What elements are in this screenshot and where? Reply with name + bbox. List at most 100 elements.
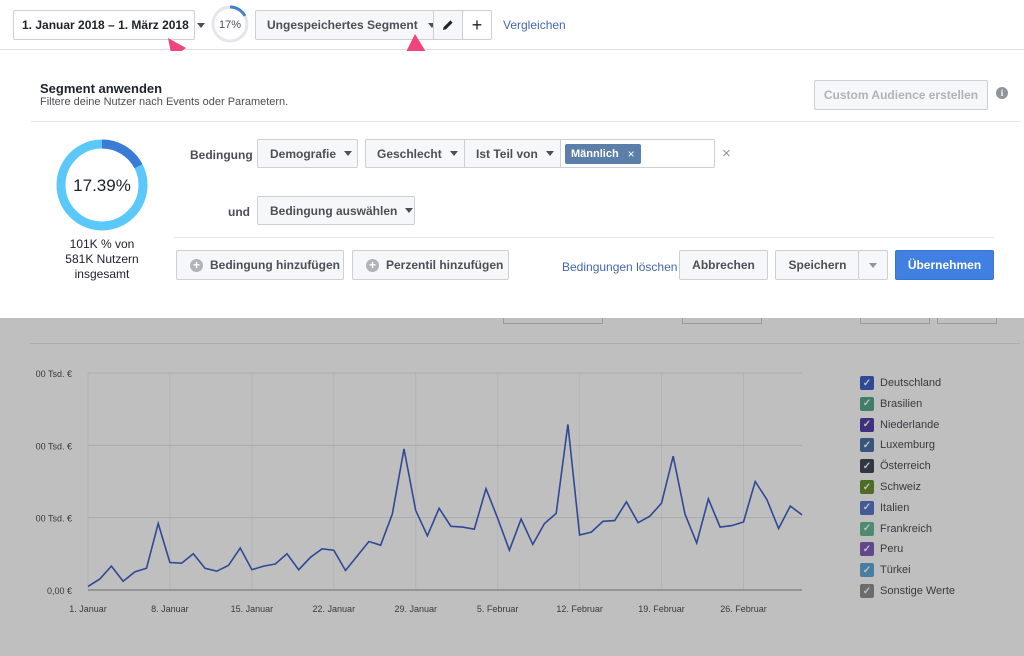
remove-condition-icon[interactable]: ×: [722, 145, 731, 162]
chart-toolbar-box: [860, 318, 930, 324]
checkbox-icon[interactable]: ✓: [860, 584, 874, 598]
summary-line: 581K Nutzern: [65, 252, 139, 266]
condition-value-tag: Männlich ×: [565, 144, 641, 164]
panel-title: Segment anwenden: [40, 81, 163, 96]
checkbox-icon[interactable]: ✓: [860, 563, 874, 578]
cancel-button[interactable]: Abbrechen: [679, 250, 768, 280]
y-tick-label: 00 Tsd. €: [36, 441, 72, 451]
checkbox-icon[interactable]: ✓: [860, 500, 874, 515]
save-label: Speichern: [788, 258, 847, 272]
y-tick-label: 00 Tsd. €: [36, 369, 72, 379]
legend-label: Luxemburg: [880, 439, 936, 452]
condition-label: Bedingung: [190, 148, 253, 162]
y-tick-label: 0,00 €: [47, 586, 72, 596]
legend-label: Peru: [880, 543, 904, 556]
checkbox-icon[interactable]: ✓: [860, 438, 874, 453]
x-tick-label: 5. Februar: [477, 604, 519, 614]
legend-label: Schweiz: [880, 481, 921, 493]
condition-field-label: Geschlecht: [377, 146, 442, 161]
cancel-label: Abbrechen: [692, 258, 755, 272]
segment-panel: Segment anwenden Filtere deine Nutzer na…: [1, 51, 1023, 318]
legend-item[interactable]: ✓ Niederlande: [860, 417, 940, 432]
save-button[interactable]: Speichern: [775, 250, 859, 280]
x-tick-label: 19. Februar: [638, 604, 685, 614]
select-condition-button[interactable]: Bedingung auswählen: [257, 196, 415, 225]
checkbox-icon[interactable]: ✓: [860, 417, 874, 432]
legend-item[interactable]: ✓ Sonstige Werte: [860, 584, 955, 598]
x-tick-label: 1. Januar: [69, 604, 107, 614]
panel-divider: [31, 121, 1021, 122]
legend-item[interactable]: ✓ Italien: [860, 500, 910, 515]
condition-operator-label: Ist Teil von: [476, 146, 538, 161]
condition-value-field[interactable]: Männlich ×: [560, 139, 715, 168]
add-condition-label: Bedingung hinzufügen: [210, 258, 340, 272]
custom-audience-button[interactable]: Custom Audience erstellen: [814, 80, 988, 110]
chevron-down-icon: [449, 151, 458, 156]
actions-divider: [174, 237, 994, 238]
chevron-down-icon: [405, 208, 414, 213]
condition-value-label: Männlich: [571, 148, 619, 160]
chart-toolbar-box: [937, 318, 997, 324]
x-tick-label: 29. Januar: [394, 604, 437, 614]
chart-area: 00 Tsd. € 00 Tsd. € 00 Tsd. € 0,00 € 1. Janu…: [0, 318, 1024, 656]
add-percentile-button[interactable]: + Perzentil hinzufügen: [352, 250, 509, 280]
plus-circle-icon: +: [366, 258, 379, 272]
clear-conditions-link[interactable]: Bedingungen löschen: [562, 260, 677, 274]
x-tick-label: 26. Februar: [720, 604, 767, 614]
checkbox-icon[interactable]: ✓: [860, 521, 874, 536]
segment-donut: 17.39%: [56, 139, 148, 231]
panel-subtitle: Filtere deine Nutzer nach Events oder Pa…: [40, 96, 289, 108]
donut-label: 17.39%: [73, 176, 131, 195]
legend-item[interactable]: ✓ Deutschland: [860, 376, 941, 390]
x-tick-label: 15. Januar: [231, 604, 274, 614]
legend-item[interactable]: ✓ Österreich: [860, 459, 931, 474]
plus-icon: +: [471, 14, 483, 35]
checkbox-icon[interactable]: ✓: [860, 376, 874, 390]
segment-label: Ungespeichertes Segment: [267, 18, 418, 32]
checkbox-icon[interactable]: ✓: [860, 396, 874, 411]
legend-label: Frankreich: [880, 522, 932, 535]
y-tick-label: 00 Tsd. €: [36, 514, 72, 524]
add-segment-button[interactable]: +: [462, 10, 492, 40]
remove-tag-icon[interactable]: ×: [628, 147, 635, 161]
checkbox-icon[interactable]: ✓: [860, 542, 874, 557]
chevron-down-icon: [869, 262, 877, 268]
compare-link[interactable]: Vergleichen: [503, 18, 566, 32]
legend-label: Italien: [880, 501, 910, 514]
legend-item[interactable]: ✓ Peru: [860, 542, 904, 557]
legend-label: Brasilien: [880, 397, 923, 410]
add-condition-button[interactable]: + Bedingung hinzufügen: [176, 250, 344, 280]
custom-audience-label: Custom Audience erstellen: [823, 88, 979, 102]
apply-button[interactable]: Übernehmen: [895, 250, 994, 280]
condition-type-select[interactable]: Demografie: [257, 139, 358, 168]
and-label: und: [228, 205, 250, 219]
legend-item[interactable]: ✓ Türkei: [860, 563, 911, 578]
x-tick-label: 22. Januar: [313, 604, 356, 614]
save-options-button[interactable]: [858, 250, 888, 280]
line-chart: 00 Tsd. € 00 Tsd. € 00 Tsd. € 0,00 € 1. Janu…: [36, 369, 803, 614]
top-bar: 1. Januar 2018 – 1. März 2018 17% Ungesp…: [0, 0, 1024, 101]
x-tick-label: 8. Januar: [151, 604, 189, 614]
condition-type-label: Demografie: [270, 146, 337, 161]
legend-item[interactable]: ✓ Schweiz: [860, 480, 921, 494]
legend-label: Deutschland: [880, 377, 942, 389]
legend-item[interactable]: ✓ Luxemburg: [860, 438, 936, 453]
select-condition-label: Bedingung auswählen: [270, 203, 398, 218]
summary-line: insgesamt: [74, 267, 130, 281]
checkbox-icon[interactable]: ✓: [860, 459, 874, 474]
chevron-down-icon: [344, 151, 353, 156]
series-line-deutschland: [87, 424, 803, 588]
chevron-down-icon: [196, 22, 205, 28]
legend-item[interactable]: ✓ Brasilien: [860, 396, 923, 411]
add-percentile-label: Perzentil hinzufügen: [386, 258, 504, 272]
progress-label: 17%: [219, 19, 241, 31]
legend-item[interactable]: ✓ Frankreich: [860, 521, 932, 536]
info-icon[interactable]: i: [996, 87, 1008, 99]
condition-operator-select[interactable]: Ist Teil von: [464, 139, 561, 168]
legend-label: Niederlande: [880, 418, 940, 431]
x-tick-label: 12. Februar: [556, 604, 603, 614]
checkbox-icon[interactable]: ✓: [860, 480, 874, 494]
condition-field-select[interactable]: Geschlecht: [365, 139, 465, 168]
plus-circle-icon: +: [190, 258, 203, 272]
apply-label: Übernehmen: [907, 258, 982, 272]
